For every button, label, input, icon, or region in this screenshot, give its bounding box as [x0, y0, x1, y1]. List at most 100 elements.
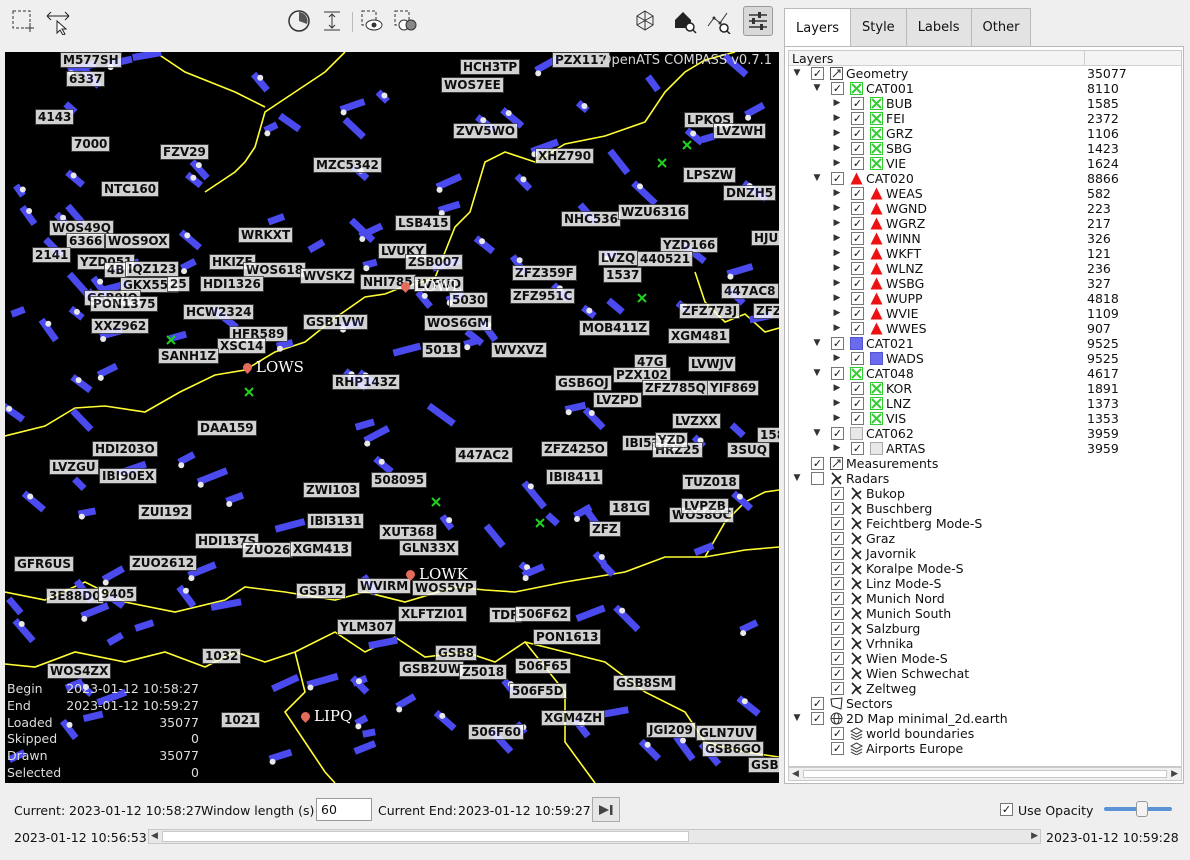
- position-icon[interactable]: [630, 6, 660, 36]
- scroll-left-icon[interactable]: ◀: [792, 768, 799, 781]
- track-label[interactable]: 4143: [35, 109, 75, 125]
- collapse-arrow-icon[interactable]: ▼: [812, 81, 822, 96]
- layer-checkbox[interactable]: ✓: [851, 202, 864, 215]
- track-label[interactable]: XGM413: [290, 541, 353, 557]
- tree-row-cat021[interactable]: ▼ ✓ CAT021 9525: [789, 336, 1181, 351]
- track-label[interactable]: GSB6GO: [702, 741, 765, 757]
- track-label[interactable]: XLFTZI01: [398, 606, 468, 622]
- track-label[interactable]: 3E88D0: [46, 588, 104, 604]
- layer-checkbox[interactable]: ✓: [851, 142, 864, 155]
- track-label[interactable]: 25: [167, 276, 190, 292]
- layer-checkbox[interactable]: ✓: [851, 127, 864, 140]
- expand-arrow-icon[interactable]: ▶: [832, 216, 842, 231]
- track-label[interactable]: GLN33X: [399, 540, 459, 556]
- track-label[interactable]: GSB2UW: [399, 661, 464, 677]
- use-opacity-checkbox[interactable]: ✓: [1000, 803, 1013, 816]
- airport-marker[interactable]: LOWS: [241, 358, 304, 376]
- tree-row-measurements[interactable]: ✓ Measurements: [789, 456, 1181, 471]
- track-label[interactable]: XUT368: [379, 524, 438, 540]
- track-label[interactable]: WVIRM: [357, 578, 412, 594]
- tab-layers[interactable]: Layers: [784, 8, 852, 47]
- expand-arrow-icon[interactable]: ▶: [832, 156, 842, 171]
- time-scroll-right-icon[interactable]: ▶: [1031, 830, 1038, 843]
- track-label[interactable]: WVXVZ: [491, 342, 547, 358]
- track-label[interactable]: GSB8SM: [613, 675, 676, 691]
- track-label[interactable]: 6337: [66, 71, 106, 87]
- tree-row-wads[interactable]: ▶ ✓ WADS 9525: [789, 351, 1181, 366]
- airport-marker[interactable]: LOWK: [404, 565, 468, 583]
- track-label[interactable]: 1537: [603, 267, 643, 283]
- tree-row-wien-schwechat[interactable]: ✓ Wien Schwechat: [789, 666, 1181, 681]
- route-search-icon[interactable]: [703, 6, 733, 36]
- tree-row-vie[interactable]: ▶ ✓ VIE 1624: [789, 156, 1181, 171]
- layer-checkbox[interactable]: ✓: [831, 622, 844, 635]
- layer-checkbox[interactable]: ✓: [831, 607, 844, 620]
- tree-row-cat048[interactable]: ▼ ✓ CAT048 4617: [789, 366, 1181, 381]
- layer-checkbox[interactable]: ✓: [831, 562, 844, 575]
- expand-arrow-icon[interactable]: ▶: [832, 411, 842, 426]
- track-label[interactable]: XHZ790: [535, 148, 595, 164]
- layer-checkbox[interactable]: ✓: [831, 502, 844, 515]
- track-label[interactable]: 440521: [637, 251, 694, 267]
- track-label[interactable]: XGM4ZH: [541, 710, 606, 726]
- track-label[interactable]: WOS9OX: [105, 233, 171, 249]
- tree-row-winn[interactable]: ▶ ✓ WINN 326: [789, 231, 1181, 246]
- expand-arrow-icon[interactable]: ▶: [832, 396, 842, 411]
- track-label[interactable]: LPSZW: [683, 167, 737, 183]
- tree-row-weas[interactable]: ▶ ✓ WEAS 582: [789, 186, 1181, 201]
- scroll-right-icon[interactable]: ▶: [1171, 768, 1178, 781]
- track-label[interactable]: XSC14: [217, 338, 267, 354]
- select-rectangle-icon[interactable]: [8, 6, 38, 36]
- layer-checkbox[interactable]: ✓: [811, 697, 824, 710]
- tree-row-koralpe-mode-s[interactable]: ✓ Koralpe Mode-S: [789, 561, 1181, 576]
- tree-row-graz[interactable]: ✓ Graz: [789, 531, 1181, 546]
- track-label[interactable]: 9405: [98, 586, 138, 602]
- tree-row-zeltweg[interactable]: ✓ Zeltweg: [789, 681, 1181, 696]
- track-label[interactable]: YIF869: [707, 380, 760, 396]
- tree-row-vis[interactable]: ▶ ✓ VIS 1353: [789, 411, 1181, 426]
- layer-checkbox[interactable]: ✓: [811, 67, 824, 80]
- track-label[interactable]: 506F5D: [509, 683, 567, 699]
- layer-checkbox[interactable]: ✓: [831, 532, 844, 545]
- expand-arrow-icon[interactable]: ▶: [832, 441, 842, 456]
- map-view[interactable]: M577SH 6337 4143 7000 FZV29 NTC160 WOS49Q 6366 2…: [5, 52, 779, 783]
- tree-row-bub[interactable]: ▶ ✓ BUB 1585: [789, 96, 1181, 111]
- layer-checkbox[interactable]: ✓: [851, 352, 864, 365]
- layer-checkbox[interactable]: ✓: [851, 412, 864, 425]
- collapse-arrow-icon[interactable]: ▼: [812, 171, 822, 186]
- collapse-arrow-icon[interactable]: ▼: [812, 366, 822, 381]
- track-label[interactable]: MOB411Z: [579, 320, 651, 336]
- layer-checkbox[interactable]: ✓: [831, 637, 844, 650]
- tree-row-world-boundaries[interactable]: ✓ world boundaries: [789, 726, 1181, 741]
- tree-row-2d-map-minimal-2d-earth[interactable]: ▼ ✓ 2D Map minimal_2d.earth: [789, 711, 1181, 726]
- layer-checkbox[interactable]: ✓: [851, 247, 864, 260]
- track-label[interactable]: WOS7EE: [441, 77, 504, 93]
- track-label[interactable]: 181G: [609, 500, 650, 516]
- layer-checkbox[interactable]: ✓: [831, 727, 844, 740]
- track-label[interactable]: NHC536: [561, 211, 621, 227]
- tree-row-wgnd[interactable]: ▶ ✓ WGND 223: [789, 201, 1181, 216]
- track-label[interactable]: LVZXX: [672, 413, 721, 429]
- collapse-arrow-icon[interactable]: ▼: [812, 426, 822, 441]
- tab-other[interactable]: Other: [970, 8, 1032, 46]
- settings-sliders-icon[interactable]: [743, 6, 773, 36]
- track-label[interactable]: ZWI103: [303, 482, 361, 498]
- tree-row-wwes[interactable]: ▶ ✓ WWES 907: [789, 321, 1181, 336]
- layer-checkbox[interactable]: ✓: [831, 172, 844, 185]
- layer-checkbox[interactable]: ✓: [851, 277, 864, 290]
- track-label[interactable]: GSB: [748, 757, 779, 773]
- track-label[interactable]: 7000: [71, 136, 111, 152]
- layer-checkbox[interactable]: ✓: [831, 427, 844, 440]
- layer-checkbox[interactable]: ✓: [851, 232, 864, 245]
- track-label[interactable]: WZU6316: [618, 204, 690, 220]
- tree-row-cat062[interactable]: ▼ ✓ CAT062 3959: [789, 426, 1181, 441]
- tree-row-lnz[interactable]: ▶ ✓ LNZ 1373: [789, 396, 1181, 411]
- track-label[interactable]: YZD: [655, 432, 689, 448]
- tree-row-feichtberg-mode-s[interactable]: ✓ Feichtberg Mode-S: [789, 516, 1181, 531]
- layer-checkbox[interactable]: ✓: [851, 217, 864, 230]
- tree-row-munich-south[interactable]: ✓ Munich South: [789, 606, 1181, 621]
- track-label[interactable]: ZFZ359F: [512, 265, 577, 281]
- tree-row-geometry[interactable]: ▼ ✓ Geometry 35077: [789, 66, 1181, 81]
- track-label[interactable]: GSB8: [435, 645, 477, 661]
- track-label[interactable]: 1032: [202, 648, 242, 664]
